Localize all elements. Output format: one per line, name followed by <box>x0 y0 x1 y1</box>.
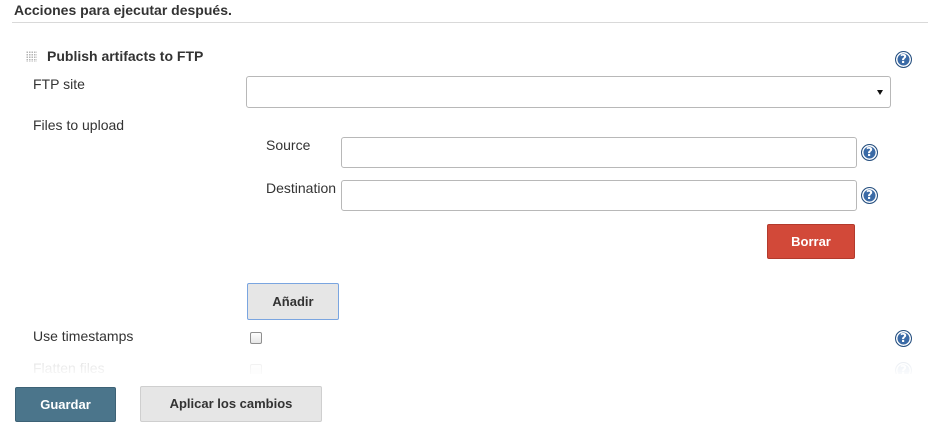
files-to-upload-label: Files to upload <box>33 117 125 133</box>
destination-help-icon[interactable]: ? <box>861 187 878 204</box>
source-label: Source <box>266 137 311 153</box>
help-icon[interactable]: ? <box>895 51 912 68</box>
save-button[interactable]: Guardar <box>15 387 116 422</box>
chevron-down-icon <box>877 90 883 95</box>
destination-input[interactable] <box>341 180 857 211</box>
ftp-site-label: FTP site <box>33 76 85 92</box>
section-divider <box>12 22 928 23</box>
delete-button[interactable]: Borrar <box>767 224 855 259</box>
use-timestamps-label: Use timestamps <box>33 328 134 344</box>
ftp-site-select[interactable] <box>246 76 891 108</box>
destination-label: Destination <box>266 180 337 196</box>
source-help-icon[interactable]: ? <box>861 144 878 161</box>
publisher-title: Publish artifacts to FTP <box>47 48 204 64</box>
use-timestamps-help-icon[interactable]: ? <box>895 330 912 347</box>
drag-handle-icon[interactable] <box>26 51 37 62</box>
source-input[interactable] <box>341 137 857 168</box>
section-title: Acciones para ejecutar después. <box>14 2 232 18</box>
use-timestamps-checkbox[interactable] <box>250 332 262 344</box>
apply-button[interactable]: Aplicar los cambios <box>140 386 322 422</box>
add-button[interactable]: Añadir <box>247 283 339 320</box>
